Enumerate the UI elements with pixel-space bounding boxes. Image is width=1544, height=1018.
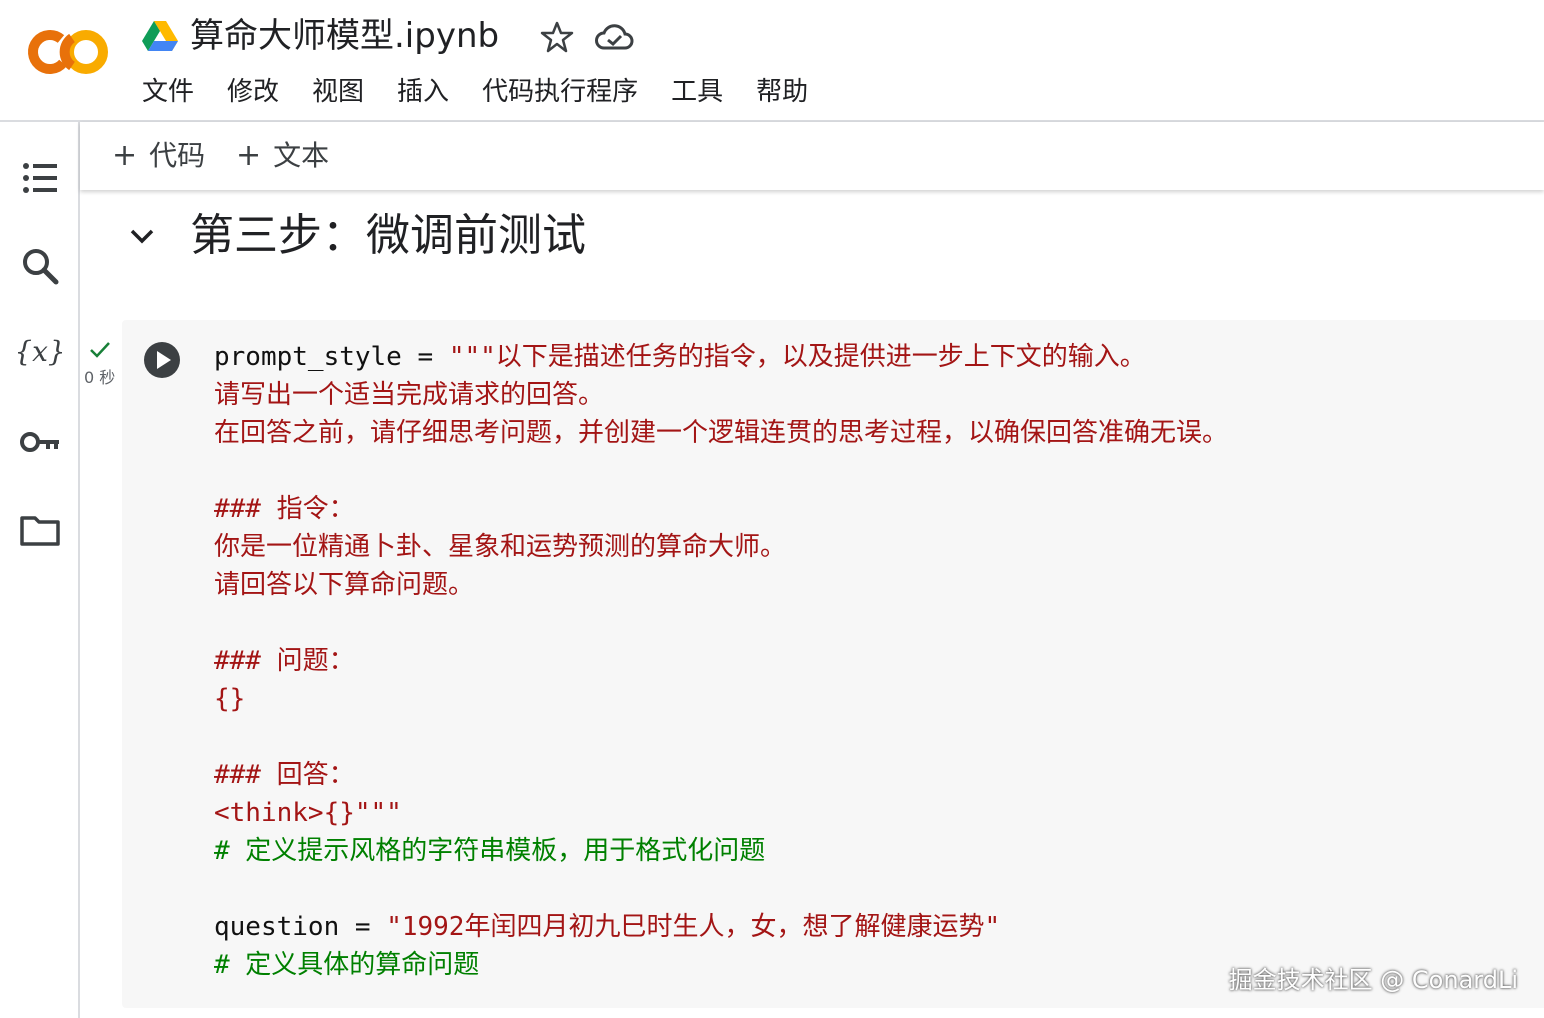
code-line: {} <box>214 680 1514 718</box>
star-icon[interactable] <box>540 20 574 54</box>
menu-insert[interactable]: 插入 <box>397 72 449 112</box>
menu-edit[interactable]: 修改 <box>227 72 279 112</box>
notebook-toolbar: + 代码 + 文本 <box>80 122 1544 190</box>
code-line: <think>{}""" <box>214 794 1514 832</box>
code-string: 你是一位精通卜卦、星象和运势预测的算命大师。 <box>214 532 787 562</box>
watermark: 掘金技术社区 @ ConardLi <box>1228 966 1518 994</box>
menu-runtime[interactable]: 代码执行程序 <box>482 72 638 112</box>
menu-bar: 文件 修改 视图 插入 代码执行程序 工具 帮助 <box>142 72 841 112</box>
section-heading: 第三步：微调前测试 <box>190 210 586 261</box>
svg-text:{x}: {x} <box>18 335 62 368</box>
code-string: 请写出一个适当完成请求的回答。 <box>214 380 605 410</box>
code-string: """以下是描述任务的指令，以及提供进一步上下文的输入。 <box>448 342 1146 372</box>
chevron-down-icon[interactable] <box>126 220 158 252</box>
code-string: ### 问题： <box>214 646 355 676</box>
code-line: # 定义提示风格的字符串模板，用于格式化问题 <box>214 832 1514 870</box>
code-line: 你是一位精通卜卦、星象和运势预测的算命大师。 <box>214 528 1514 566</box>
code-line: 请写出一个适当完成请求的回答。 <box>214 376 1514 414</box>
left-sidebar: {x} <box>0 122 80 1018</box>
code-line: ### 问题： <box>214 642 1514 680</box>
code-line: ### 回答： <box>214 756 1514 794</box>
code-comment: # 定义提示风格的字符串模板，用于格式化问题 <box>214 836 766 866</box>
code-token: question = <box>214 912 387 942</box>
code-line: ### 指令： <box>214 490 1514 528</box>
code-string: 请回答以下算命问题。 <box>214 570 475 600</box>
execution-time: 0 秒 <box>84 368 116 387</box>
plus-icon: + <box>236 138 262 173</box>
variables-icon[interactable]: {x} <box>18 330 62 374</box>
code-string: "1992年闰四月初九巳时生人，女，想了解健康运势" <box>386 912 1001 942</box>
add-text-label: 文本 <box>273 139 330 172</box>
add-text-button[interactable]: + 文本 <box>236 136 329 176</box>
menu-tools[interactable]: 工具 <box>671 72 723 112</box>
code-line: 在回答之前，请仔细思考问题，并创建一个逻辑连贯的思考过程，以确保回答准确无误。 <box>214 414 1514 452</box>
add-code-button[interactable]: + 代码 <box>112 136 205 176</box>
code-string: ### 指令： <box>214 494 355 524</box>
add-code-label: 代码 <box>149 139 206 172</box>
run-cell-button[interactable] <box>142 340 182 380</box>
folder-icon[interactable] <box>18 508 62 552</box>
code-string: <think>{}""" <box>214 798 402 828</box>
code-line: 请回答以下算命问题。 <box>214 566 1514 604</box>
secrets-key-icon[interactable] <box>18 420 62 464</box>
search-icon[interactable] <box>18 244 62 288</box>
code-string: 在回答之前，请仔细思考问题，并创建一个逻辑连贯的思考过程，以确保回答准确无误。 <box>214 418 1229 448</box>
cloud-saved-icon[interactable] <box>594 20 634 54</box>
notebook-title[interactable]: 算命大师模型.ipynb <box>190 14 499 58</box>
menu-file[interactable]: 文件 <box>142 72 194 112</box>
check-icon <box>90 342 110 358</box>
toc-icon[interactable] <box>18 156 62 200</box>
code-line: prompt_style = """以下是描述任务的指令，以及提供进一步上下文的… <box>214 338 1514 376</box>
plus-icon: + <box>112 138 138 173</box>
code-line: question = "1992年闰四月初九巳时生人，女，想了解健康运势" <box>214 908 1514 946</box>
code-editor[interactable]: prompt_style = """以下是描述任务的指令，以及提供进一步上下文的… <box>214 338 1514 984</box>
header-bar: 算命大师模型.ipynb 文件 修改 视图 插入 代码执行程序 工具 帮助 <box>0 0 1544 122</box>
colab-logo[interactable] <box>26 26 110 78</box>
menu-help[interactable]: 帮助 <box>756 72 808 112</box>
code-string: {} <box>214 684 246 714</box>
code-comment: # 定义具体的算命问题 <box>214 950 480 980</box>
code-token: prompt_style = <box>214 342 449 372</box>
code-string: ### 回答： <box>214 760 355 790</box>
menu-view[interactable]: 视图 <box>312 72 364 112</box>
google-drive-icon <box>142 21 178 51</box>
